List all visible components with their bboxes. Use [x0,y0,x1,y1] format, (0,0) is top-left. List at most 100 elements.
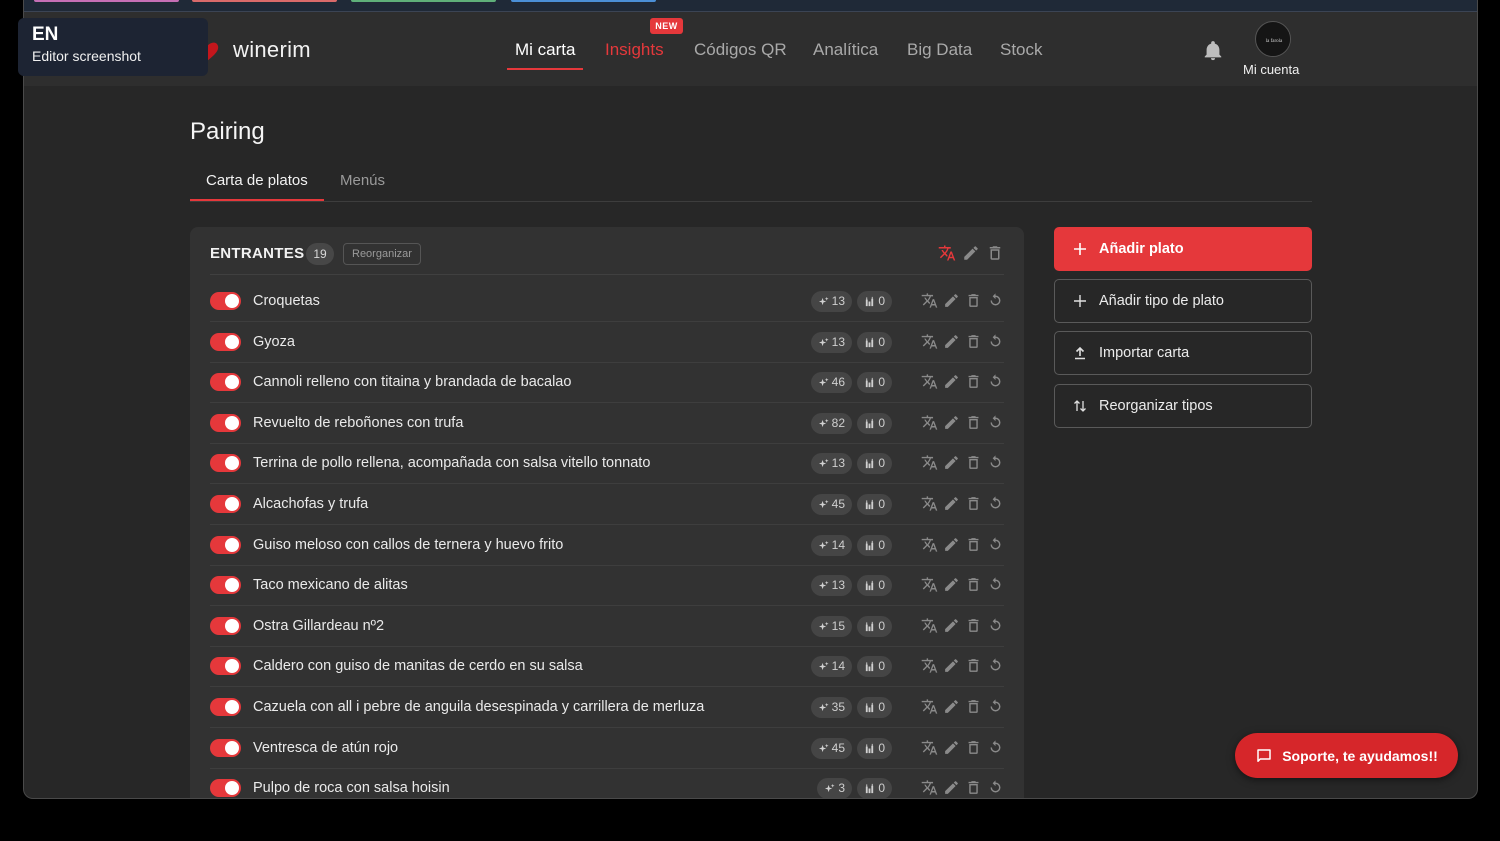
refresh-icon[interactable] [987,333,1004,350]
translate-icon[interactable] [921,536,938,553]
trash-icon[interactable] [965,333,982,350]
translate-icon[interactable] [921,698,938,715]
add-dish-button[interactable]: Añadir plato [1054,227,1312,271]
refresh-icon[interactable] [987,373,1004,390]
translate-icon[interactable] [921,454,938,471]
refresh-icon[interactable] [987,454,1004,471]
dish-visibility-toggle[interactable] [210,495,241,513]
refresh-icon[interactable] [987,536,1004,553]
trash-icon[interactable] [965,414,982,431]
ai-pairings-count: 15 [831,618,845,633]
translate-icon[interactable] [921,617,938,634]
dish-visibility-toggle[interactable] [210,292,241,310]
toggle-knob [225,740,239,755]
account-label[interactable]: Mi cuenta [1243,62,1299,77]
ai-pairings-badge: 46 [810,372,852,394]
edit-icon[interactable] [943,495,960,512]
trash-icon[interactable] [965,698,982,715]
trash-icon[interactable] [965,454,982,471]
avatar[interactable]: la farola [1255,21,1291,57]
translate-icon[interactable] [938,244,956,262]
refresh-icon[interactable] [987,576,1004,593]
tab-menus[interactable]: Menús [340,172,385,189]
nav-insights[interactable]: Insights [605,40,664,60]
translate-icon[interactable] [921,576,938,593]
dish-actions [921,617,1004,634]
dish-visibility-toggle[interactable] [210,576,241,595]
ai-pairings-badge: 13 [810,575,852,597]
dish-actions [921,333,1004,350]
dish-visibility-toggle[interactable] [210,738,241,757]
nav-stock[interactable]: Stock [1000,40,1043,60]
trash-icon[interactable] [965,779,982,796]
refresh-icon[interactable] [987,739,1004,756]
refresh-icon[interactable] [987,495,1004,512]
translate-icon[interactable] [921,414,938,431]
edit-icon[interactable] [943,333,960,350]
translate-icon[interactable] [921,373,938,390]
dish-name: Terrina de pollo rellena, acompañada con… [253,455,651,472]
dish-visibility-toggle[interactable] [210,535,241,554]
trash-icon[interactable] [965,739,982,756]
translate-icon[interactable] [921,292,938,309]
trash-icon[interactable] [965,495,982,512]
refresh-icon[interactable] [987,698,1004,715]
edit-icon[interactable] [943,292,960,309]
refresh-icon[interactable] [987,414,1004,431]
refresh-icon[interactable] [987,292,1004,309]
dish-visibility-toggle[interactable] [210,657,241,676]
edit-icon[interactable] [943,698,960,715]
translate-icon[interactable] [921,739,938,756]
edit-icon[interactable] [943,576,960,593]
trash-icon[interactable] [965,617,982,634]
translate-icon[interactable] [921,657,938,674]
trash-icon[interactable] [965,292,982,309]
dish-visibility-toggle[interactable] [210,616,241,635]
import-menu-button[interactable]: Importar carta [1054,331,1312,375]
trash-icon[interactable] [965,576,982,593]
wine-pairings-count: 0 [878,618,885,633]
dish-visibility-toggle[interactable] [210,698,241,716]
edit-icon[interactable] [943,536,960,553]
translate-icon[interactable] [921,333,938,350]
dish-visibility-toggle[interactable] [210,373,241,392]
nav-big-data[interactable]: Big Data [907,40,972,60]
edit-icon[interactable] [943,454,960,471]
wine-bottles-icon [866,784,874,794]
trash-icon[interactable] [986,244,1004,262]
support-button[interactable]: Soporte, te ayudamos!! [1235,733,1458,778]
edit-icon[interactable] [943,617,960,634]
bell-icon[interactable] [1202,40,1224,62]
edit-icon[interactable] [943,657,960,674]
edit-icon[interactable] [962,244,980,262]
translate-icon[interactable] [921,779,938,796]
edit-icon[interactable] [943,414,960,431]
section-reorder-button[interactable]: Reorganizar [343,243,421,265]
dish-visibility-toggle[interactable] [210,454,241,473]
trash-icon[interactable] [965,373,982,390]
nav-codigos-qr[interactable]: Códigos QR [694,40,787,60]
reorder-types-button[interactable]: Reorganizar tipos [1054,384,1312,428]
nav-active-underline [507,68,583,70]
tab-carta-de-platos[interactable]: Carta de platos [206,172,308,189]
refresh-icon[interactable] [987,657,1004,674]
edit-icon[interactable] [943,739,960,756]
dish-visibility-toggle[interactable] [210,413,241,432]
edit-icon[interactable] [943,373,960,390]
add-dish-type-button[interactable]: Añadir tipo de plato [1054,279,1312,323]
nav-mi-carta[interactable]: Mi carta [515,40,575,60]
edit-icon[interactable] [943,779,960,796]
refresh-icon[interactable] [987,779,1004,796]
refresh-icon[interactable] [987,617,1004,634]
dish-visibility-toggle[interactable] [210,332,241,351]
translate-icon[interactable] [921,495,938,512]
dish-section-card: ENTRANTES 19 Reorganizar Croquetas 13 0 Gyo… [190,227,1024,798]
trash-icon[interactable] [965,536,982,553]
tab-active-underline [190,199,324,201]
wine-bottles-icon [866,378,874,388]
brand-name[interactable]: winerim [233,37,311,63]
dish-visibility-toggle[interactable] [210,779,241,798]
language-badge: EN Editor screenshot [18,18,208,76]
nav-analitica[interactable]: Analítica [813,40,878,60]
trash-icon[interactable] [965,657,982,674]
